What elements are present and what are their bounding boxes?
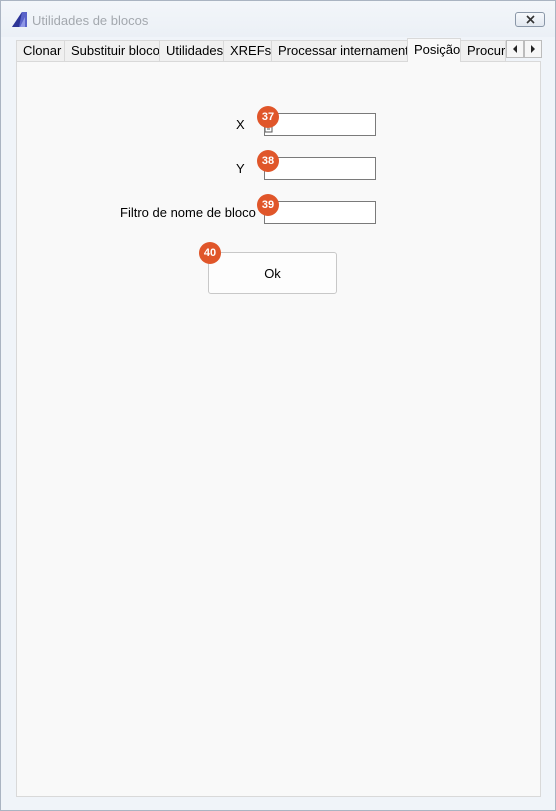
annotation-marker: 40 (199, 242, 221, 264)
tab-utilidades[interactable]: Utilidades (159, 40, 224, 61)
tab-strip: Clonar Substituir bloco Utilidades XREFs… (16, 38, 542, 62)
tab-procurar[interactable]: Procurar (460, 40, 506, 61)
x-input[interactable] (264, 113, 376, 136)
title-bar[interactable]: Utilidades de blocos (1, 1, 555, 37)
tab-clonar[interactable]: Clonar (16, 40, 65, 61)
tab-scroll-left-button[interactable] (506, 40, 524, 58)
x-label: X (236, 117, 245, 132)
tab-substituir-bloco[interactable]: Substituir bloco (64, 40, 160, 61)
annotation-marker: 38 (257, 150, 279, 172)
chevron-left-icon (513, 45, 517, 53)
annotation-marker: 39 (257, 194, 279, 216)
close-icon (526, 15, 535, 24)
ok-button[interactable]: Ok (208, 252, 337, 294)
tab-processar-internamente[interactable]: Processar internamente (271, 40, 408, 61)
close-button[interactable] (515, 12, 545, 27)
y-label: Y (236, 161, 245, 176)
autocad-logo-icon (12, 12, 27, 27)
tab-scroll-right-button[interactable] (524, 40, 542, 58)
tab-xrefs[interactable]: XREFs (223, 40, 272, 61)
annotation-marker: 37 (257, 106, 279, 128)
chevron-right-icon (531, 45, 535, 53)
tab-posicao[interactable]: Posição (407, 38, 461, 62)
block-name-filter-input[interactable] (264, 201, 376, 224)
block-name-filter-label: Filtro de nome de bloco (120, 205, 256, 220)
y-input[interactable] (264, 157, 376, 180)
window-title: Utilidades de blocos (32, 13, 149, 28)
